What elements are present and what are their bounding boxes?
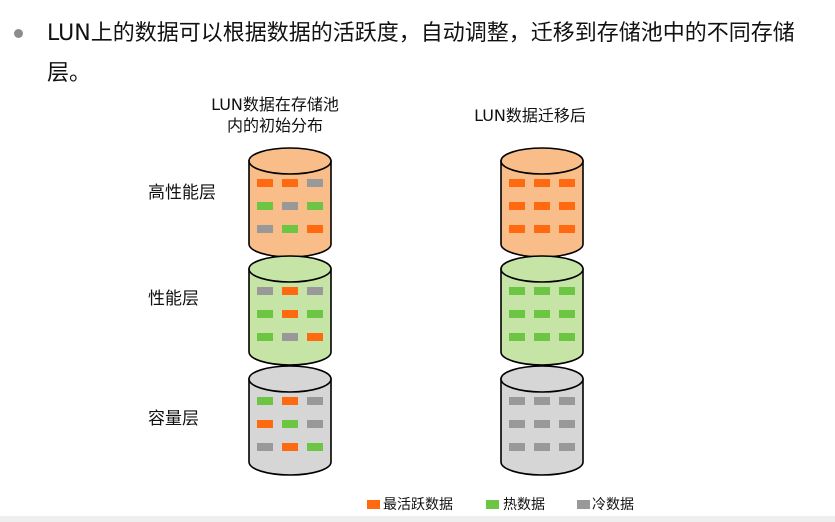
legend-label-hot: 热数据 [503, 497, 545, 513]
legend-swatch-cold [577, 500, 590, 509]
data-block-cold [307, 179, 323, 187]
data-block-hot-active [282, 287, 298, 295]
data-block-hot-active [509, 179, 525, 187]
data-block-cold [509, 443, 525, 451]
data-block-warm [307, 443, 323, 451]
data-block-warm [282, 420, 298, 428]
footer-bar [0, 516, 835, 522]
data-block-hot-active [257, 179, 273, 187]
data-block-cold [534, 420, 550, 428]
data-block-cold [257, 287, 273, 295]
data-block-hot-active [559, 179, 575, 187]
data-block-hot-active [534, 179, 550, 187]
legend-swatch-hot-active [367, 500, 380, 509]
data-block-cold [282, 333, 298, 341]
data-block-hot-active [307, 225, 323, 233]
data-block-hot-active [534, 202, 550, 210]
data-block-warm [559, 310, 575, 318]
data-block-cold [559, 443, 575, 451]
legend-label-most-active: 最活跃数据 [383, 497, 453, 513]
data-block-warm [559, 333, 575, 341]
data-block-warm [534, 333, 550, 341]
data-block-hot-active [282, 179, 298, 187]
data-block-warm [307, 202, 323, 210]
data-block-hot-active [257, 420, 273, 428]
data-block-hot-active [509, 202, 525, 210]
data-block-cold [257, 443, 273, 451]
legend-swatch-warm [486, 500, 499, 509]
data-block-hot-active [282, 310, 298, 318]
data-block-warm [534, 287, 550, 295]
legend-label-cold: 冷数据 [592, 497, 634, 513]
data-block-warm [282, 225, 298, 233]
data-block-cold [534, 397, 550, 405]
cylinder-high-performance-migrated-top [500, 147, 584, 175]
data-block-cold [559, 397, 575, 405]
cylinder-high-performance-initial-top [248, 147, 332, 175]
data-block-cold [509, 397, 525, 405]
cylinder-capacity-initial-top [248, 365, 332, 393]
data-block-warm [257, 202, 273, 210]
cylinder-performance-migrated-top [500, 255, 584, 283]
data-block-cold [307, 397, 323, 405]
data-block-warm [509, 287, 525, 295]
data-block-hot-active [559, 225, 575, 233]
data-block-warm [257, 333, 273, 341]
data-block-cold [307, 287, 323, 295]
data-block-cold [282, 202, 298, 210]
data-block-cold [534, 443, 550, 451]
data-block-warm [257, 397, 273, 405]
data-block-warm [534, 310, 550, 318]
data-block-warm [509, 333, 525, 341]
data-block-cold [509, 420, 525, 428]
data-block-hot-active [534, 225, 550, 233]
data-block-hot-active [282, 397, 298, 405]
data-block-warm [257, 310, 273, 318]
cylinder-capacity-migrated-top [500, 365, 584, 393]
data-block-cold [559, 420, 575, 428]
data-block-warm [509, 310, 525, 318]
storage-tier-diagram [248, 147, 590, 509]
data-block-warm [307, 310, 323, 318]
data-block-cold [307, 420, 323, 428]
data-block-hot-active [509, 225, 525, 233]
data-block-cold [257, 225, 273, 233]
data-block-hot-active [307, 333, 323, 341]
data-block-warm [559, 287, 575, 295]
data-block-hot-active [282, 443, 298, 451]
data-block-hot-active [559, 202, 575, 210]
cylinder-performance-initial-top [248, 255, 332, 283]
